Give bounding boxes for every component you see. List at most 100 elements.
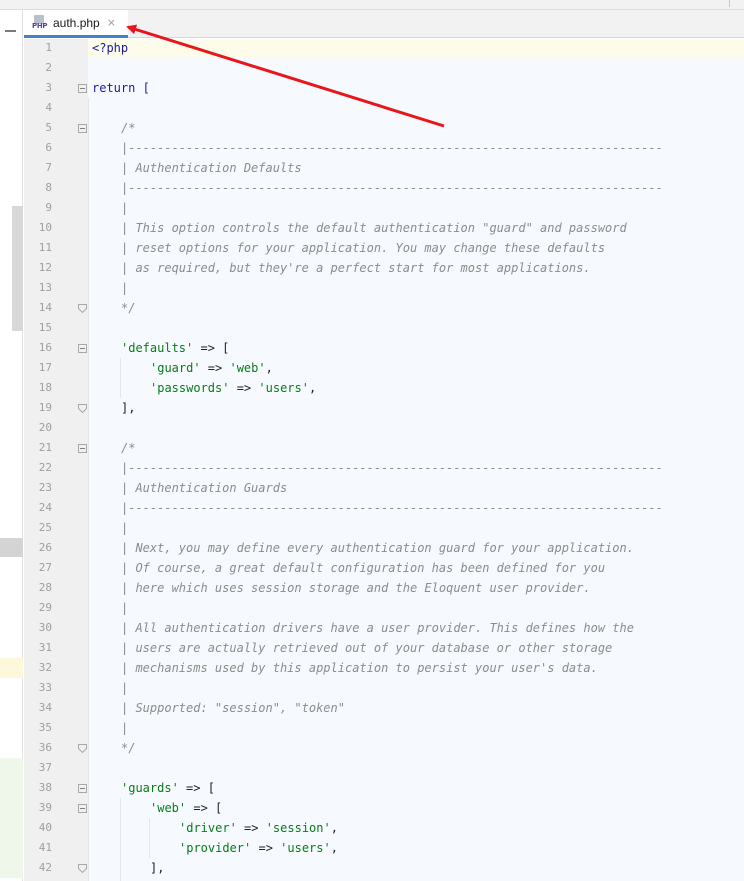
line-number: 41 <box>38 841 52 854</box>
code-text: | <box>121 281 129 295</box>
tab-auth-php[interactable]: PHP auth.php × <box>24 10 128 38</box>
code-line[interactable]: 19], <box>24 398 744 418</box>
operator: => <box>236 821 266 835</box>
line-number: 2 <box>45 61 52 74</box>
fold-open-icon[interactable] <box>78 784 87 793</box>
line-number: 31 <box>38 641 52 654</box>
fold-open-icon[interactable] <box>78 804 87 813</box>
array-key: 'driver' <box>179 821 237 835</box>
code-text: */ <box>121 301 136 315</box>
operator: => <box>229 381 259 395</box>
code-line[interactable]: 27 | Of course, a great default configura… <box>24 558 744 578</box>
line-number: 29 <box>38 601 52 614</box>
php-file-icon-label: PHP <box>32 21 48 30</box>
line-number: 14 <box>38 301 52 314</box>
line-number: 32 <box>38 661 52 674</box>
comma: , <box>308 381 317 395</box>
code-text: | <box>121 601 129 615</box>
line-number: 25 <box>38 521 52 534</box>
code-line[interactable]: 7 | Authentication Defaults <box>24 158 744 178</box>
code-line[interactable]: 31 | users are actually retrieved out of … <box>24 638 744 658</box>
code-line[interactable]: 22 |-------------------------------------… <box>24 458 744 478</box>
code-line[interactable]: 41 'provider' => 'users', <box>24 838 744 858</box>
code-line[interactable]: 1 <?php <box>24 38 744 58</box>
fold-open-icon[interactable] <box>78 84 87 93</box>
fold-open-icon[interactable] <box>78 124 87 133</box>
string-value: 'session' <box>265 821 331 835</box>
code-text: | Next, you may define every authenticat… <box>121 541 634 555</box>
line-number: 5 <box>45 121 52 134</box>
scroll-thumb[interactable] <box>12 206 23 331</box>
array-key: 'defaults' <box>121 341 194 355</box>
code-line[interactable]: 23 | Authentication Guards <box>24 478 744 498</box>
code-line[interactable]: 14 */ <box>24 298 744 318</box>
line-number: 4 <box>45 101 52 114</box>
code-line[interactable]: 21 /* <box>24 438 744 458</box>
code-line[interactable]: 39 'web' => [ <box>24 798 744 818</box>
code-line[interactable]: 4 <box>24 98 744 118</box>
code-line[interactable]: 17 'guard' => 'web', <box>24 358 744 378</box>
fold-close-icon[interactable] <box>78 404 87 413</box>
string-value: 'users' <box>280 841 331 855</box>
code-line[interactable]: 29 | <box>24 598 744 618</box>
code-line[interactable]: 18 'passwords' => 'users', <box>24 378 744 398</box>
fold-open-icon[interactable] <box>78 444 87 453</box>
code-line[interactable]: 6 |--------------------------------------… <box>24 138 744 158</box>
code-line[interactable]: 16 'defaults' => [ <box>24 338 744 358</box>
code-line[interactable]: 25 | <box>24 518 744 538</box>
code-line[interactable]: 9 | <box>24 198 744 218</box>
code-line[interactable]: 38 'guards' => [ <box>24 778 744 798</box>
code-text: 'guards' => [ <box>121 778 215 798</box>
line-number: 28 <box>38 581 52 594</box>
code-line[interactable]: 32 | mechanisms used by this application … <box>24 658 744 678</box>
code-text: | Supported: "session", "token" <box>121 701 345 715</box>
code-line[interactable]: 11 | reset options for your application. … <box>24 238 744 258</box>
code-line[interactable]: 30 | All authentication drivers have a us… <box>24 618 744 638</box>
tab-title: auth.php <box>53 15 100 30</box>
code-line[interactable]: 10 | This option controls the default aut… <box>24 218 744 238</box>
code-text: | reset options for your application. Yo… <box>121 241 606 255</box>
collapse-icon[interactable] <box>4 24 17 37</box>
code-line[interactable]: 8 |--------------------------------------… <box>24 178 744 198</box>
array-open: => [ <box>178 781 215 795</box>
code-text: 'provider' => 'users', <box>179 838 338 858</box>
close-icon[interactable]: × <box>107 16 116 29</box>
code-line[interactable]: 36 */ <box>24 738 744 758</box>
comma: , <box>330 841 338 855</box>
code-line[interactable]: 15 <box>24 318 744 338</box>
code-line[interactable]: 35 | <box>24 718 744 738</box>
fold-close-icon[interactable] <box>78 744 87 753</box>
line-number: 23 <box>38 481 52 494</box>
code-line[interactable]: 33 | <box>24 678 744 698</box>
code-text: 'guard' => 'web', <box>150 358 273 378</box>
code-line[interactable]: 20 <box>24 418 744 438</box>
line-number: 39 <box>38 801 52 814</box>
array-key: 'provider' <box>179 841 252 855</box>
code-text: | <box>121 521 129 535</box>
code-line[interactable]: 13 | <box>24 278 744 298</box>
line-number: 15 <box>38 321 52 334</box>
line-number: 13 <box>38 281 52 294</box>
tool-window-strip <box>0 10 23 881</box>
code-text: | Authentication Defaults <box>121 161 302 175</box>
fold-close-icon[interactable] <box>78 864 87 873</box>
array-key: 'guard' <box>150 361 201 375</box>
fold-close-icon[interactable] <box>78 304 87 313</box>
code-line[interactable]: 42], <box>24 858 744 878</box>
code-text: | users are actually retrieved out of yo… <box>121 641 613 655</box>
code-line[interactable]: 40 'driver' => 'session', <box>24 818 744 838</box>
fold-open-icon[interactable] <box>78 344 87 353</box>
code-line[interactable]: 37 <box>24 758 744 778</box>
code-line[interactable]: 26 | Next, you may define every authentic… <box>24 538 744 558</box>
code-line[interactable]: 24 |-------------------------------------… <box>24 498 744 518</box>
code-line[interactable]: 12 | as required, but they're a perfect s… <box>24 258 744 278</box>
code-text: | All authentication drivers have a user… <box>121 621 634 635</box>
code-text: */ <box>121 741 136 755</box>
code-line[interactable]: 2 <box>24 58 744 78</box>
code-line[interactable]: 3 return [ <box>24 78 744 98</box>
code-line[interactable]: 28 | here which uses session storage and … <box>24 578 744 598</box>
code-text: |---------------------------------------… <box>121 141 663 155</box>
code-text: | <box>121 201 129 215</box>
code-line[interactable]: 5 /* <box>24 118 744 138</box>
code-line[interactable]: 34 | Supported: "session", "token" <box>24 698 744 718</box>
